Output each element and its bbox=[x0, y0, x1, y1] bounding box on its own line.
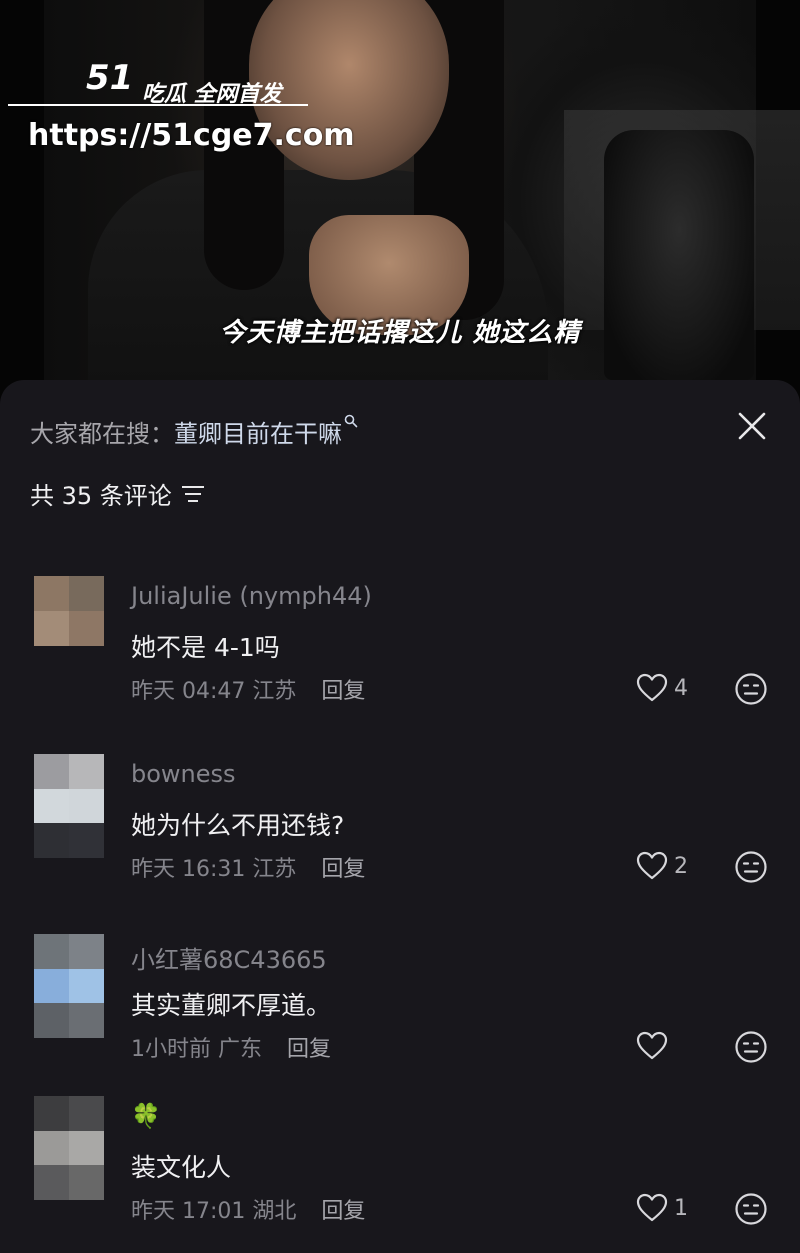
avatar-pixel bbox=[69, 611, 104, 646]
comment-item: 小红薯68C43665 其实董卿不厚道。 1小时前 广东 回复 bbox=[0, 934, 800, 1104]
reply-button[interactable]: 回复 bbox=[321, 1199, 365, 1224]
comment-location: 广东 bbox=[218, 1037, 263, 1062]
comment-count: 共 35 条评论 bbox=[30, 476, 206, 511]
avatar-pixel bbox=[34, 788, 69, 824]
avatar[interactable] bbox=[34, 754, 104, 858]
comment-location: 江苏 bbox=[252, 857, 297, 882]
watermark-url: https://51cge7.com bbox=[28, 118, 355, 153]
comment-username[interactable]: bowness bbox=[131, 760, 236, 788]
avatar-pixel bbox=[69, 754, 104, 789]
heart-icon bbox=[636, 1193, 668, 1222]
avatar-pixel bbox=[34, 823, 69, 858]
comment-panel: 大家都在搜：董卿目前在干嘛 共 35 条评论 JuliaJulie (nymph… bbox=[0, 380, 800, 1253]
comment-item: bowness 她为什么不用还钱? 昨天 16:31 江苏 回复 2 bbox=[0, 754, 800, 924]
avatar-pixel bbox=[34, 576, 69, 611]
comment-location: 江苏 bbox=[252, 679, 297, 704]
heart-icon bbox=[636, 673, 668, 702]
comment-time: 1小时前 bbox=[131, 1037, 211, 1062]
comment-text: 她为什么不用还钱? bbox=[131, 811, 345, 840]
search-suggestion[interactable]: 大家都在搜：董卿目前在干嘛 bbox=[30, 414, 358, 449]
avatar-pixel bbox=[34, 968, 69, 1004]
avatar-pixel bbox=[34, 1003, 69, 1038]
comment-username[interactable]: JuliaJulie (nymph44) bbox=[131, 582, 372, 610]
avatar-pixel bbox=[34, 611, 69, 646]
comment-time: 昨天 04:47 bbox=[131, 679, 246, 704]
reply-button[interactable]: 回复 bbox=[287, 1037, 331, 1062]
video-subtitle: 今天博主把话撂这儿 她这么精 bbox=[219, 318, 581, 348]
comment-time: 昨天 16:31 bbox=[131, 857, 246, 882]
avatar-pixel bbox=[69, 823, 104, 858]
comment-meta: 1小时前 广东 回复 bbox=[131, 1031, 331, 1063]
avatar[interactable] bbox=[34, 1096, 104, 1200]
avatar-pixel bbox=[34, 1130, 69, 1166]
avatar-pixel bbox=[69, 1096, 104, 1131]
comment-text: 装文化人 bbox=[131, 1153, 232, 1182]
comment-meta: 昨天 04:47 江苏 回复 bbox=[131, 673, 365, 705]
avatar-pixel bbox=[69, 1165, 104, 1200]
neutral-face-icon[interactable] bbox=[734, 1192, 768, 1226]
comment-meta: 昨天 16:31 江苏 回复 bbox=[131, 851, 365, 883]
comment-item: JuliaJulie (nymph44) 她不是 4-1吗 昨天 04:47 江… bbox=[0, 576, 800, 746]
watermark-brand: 51 bbox=[86, 58, 134, 98]
neutral-face-icon[interactable] bbox=[734, 850, 768, 884]
heart-icon bbox=[636, 1031, 668, 1060]
reply-button[interactable]: 回复 bbox=[321, 679, 365, 704]
like-count: 4 bbox=[674, 675, 688, 701]
watermark-divider bbox=[8, 104, 308, 106]
comment-item: 🍀 装文化人 昨天 17:01 湖北 回复 1 bbox=[0, 1096, 800, 1253]
close-icon[interactable] bbox=[734, 408, 770, 444]
avatar-pixel bbox=[69, 934, 104, 969]
avatar-pixel bbox=[34, 934, 69, 969]
comment-username[interactable]: 小红薯68C43665 bbox=[131, 940, 327, 975]
video-player[interactable]: 51 吃瓜 全网首发 https://51cge7.com 今天博主把话撂这儿 … bbox=[0, 0, 800, 400]
avatar-pixel bbox=[34, 1096, 69, 1131]
comment-time: 昨天 17:01 bbox=[131, 1199, 246, 1224]
search-suggestion-prefix: 大家都在搜： bbox=[30, 420, 174, 448]
watermark: 51 吃瓜 全网首发 https://51cge7.com bbox=[8, 58, 355, 158]
avatar-pixel bbox=[69, 788, 104, 824]
avatar-pixel bbox=[69, 576, 104, 611]
neutral-face-icon[interactable] bbox=[734, 1030, 768, 1064]
like-button[interactable] bbox=[636, 1031, 674, 1061]
comment-text: 其实董卿不厚道。 bbox=[131, 991, 332, 1020]
like-button[interactable]: 1 bbox=[636, 1193, 688, 1223]
filter-icon[interactable] bbox=[180, 483, 206, 511]
neutral-face-icon[interactable] bbox=[734, 672, 768, 706]
comment-text: 她不是 4-1吗 bbox=[131, 633, 280, 662]
screen: 51 吃瓜 全网首发 https://51cge7.com 今天博主把话撂这儿 … bbox=[0, 0, 800, 1253]
search-suggestion-term[interactable]: 董卿目前在干嘛 bbox=[174, 420, 342, 448]
comment-location: 湖北 bbox=[252, 1199, 297, 1224]
avatar-pixel bbox=[34, 1165, 69, 1200]
like-button[interactable]: 4 bbox=[636, 673, 688, 703]
reply-button[interactable]: 回复 bbox=[321, 857, 365, 882]
avatar-pixel bbox=[69, 1130, 104, 1166]
avatar[interactable] bbox=[34, 576, 104, 646]
comment-meta: 昨天 17:01 湖北 回复 bbox=[131, 1193, 365, 1225]
like-button[interactable]: 2 bbox=[636, 851, 688, 881]
search-icon bbox=[344, 414, 358, 432]
heart-icon bbox=[636, 851, 668, 880]
like-count: 1 bbox=[674, 1195, 688, 1221]
like-count: 2 bbox=[674, 853, 688, 879]
avatar-pixel bbox=[69, 1003, 104, 1038]
comment-count-label: 共 35 条评论 bbox=[30, 482, 172, 510]
avatar[interactable] bbox=[34, 934, 104, 1038]
avatar-pixel bbox=[34, 754, 69, 789]
comment-username[interactable]: 🍀 bbox=[131, 1102, 161, 1130]
avatar-pixel bbox=[69, 968, 104, 1004]
